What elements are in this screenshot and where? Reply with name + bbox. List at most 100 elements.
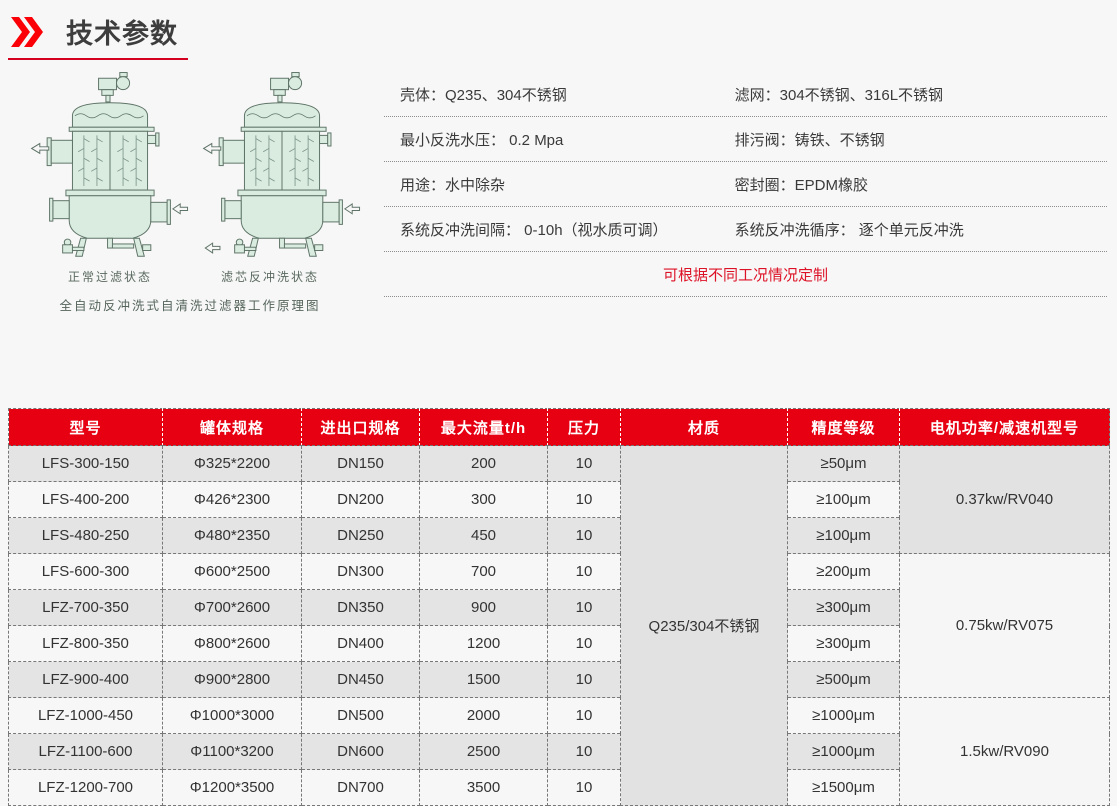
spec-shell: 壳体：Q235、304不锈钢 (384, 84, 735, 105)
cell-pressure: 10 (548, 554, 621, 590)
cell-flow: 1500 (420, 662, 548, 698)
cell-precision: ≥300μm (788, 590, 900, 626)
cell-precision: ≥100μm (788, 518, 900, 554)
cell-flow: 300 (420, 482, 548, 518)
col-header-port-spec: 进出口规格 (302, 409, 420, 446)
motor-merged-cell-1: 0.37kw/RV040 (900, 446, 1110, 554)
cell-model: LFS-600-300 (9, 554, 163, 590)
col-header-max-flow: 最大流量t/h (420, 409, 548, 446)
table-row: LFZ-1000-450 Φ1000*3000 DN500 2000 10 ≥1… (9, 698, 1110, 734)
cell-pressure: 10 (548, 770, 621, 806)
cell-port: DN300 (302, 554, 420, 590)
col-header-precision: 精度等级 (788, 409, 900, 446)
cell-tank: Φ1100*3200 (163, 734, 302, 770)
principle-diagram: 正常过滤状态 滤芯反冲洗状态 全自动反冲洗式自清洗过滤器工作原理图 (0, 64, 380, 366)
table-row: LFS-600-300 Φ600*2500 DN300 700 10 ≥200μ… (9, 554, 1110, 590)
cell-pressure: 10 (548, 734, 621, 770)
spec-drain-valve: 排污阀：铸铁、不锈钢 (735, 129, 1107, 150)
content-row: 正常过滤状态 滤芯反冲洗状态 全自动反冲洗式自清洗过滤器工作原理图 壳体：Q23… (0, 64, 1117, 366)
cell-tank: Φ600*2500 (163, 554, 302, 590)
cell-tank: Φ325*2200 (163, 446, 302, 482)
vessel-drawings (0, 68, 380, 264)
cell-model: LFS-480-250 (9, 518, 163, 554)
cell-port: DN200 (302, 482, 420, 518)
caption-backwash-state: 滤芯反冲洗状态 (190, 268, 350, 285)
cell-tank: Φ1000*3000 (163, 698, 302, 734)
caption-normal-state: 正常过滤状态 (30, 268, 190, 285)
cell-model: LFZ-800-350 (9, 626, 163, 662)
spec-seal-ring: 密封圈：EPDM橡胶 (735, 174, 1107, 195)
table-header: 型号 罐体规格 进出口规格 最大流量t/h 压力 材质 精度等级 电机功率/减速… (9, 409, 1110, 446)
page-title: 技术参数 (66, 12, 178, 51)
spec-backwash-interval: 系统反冲洗间隔： 0-10h（视水质可调） (384, 219, 735, 240)
cell-port: DN350 (302, 590, 420, 626)
cell-tank: Φ1200*3500 (163, 770, 302, 806)
spec-usage: 用途：水中除杂 (384, 174, 735, 195)
cell-tank: Φ426*2300 (163, 482, 302, 518)
cell-model: LFZ-700-350 (9, 590, 163, 626)
cell-model: LFZ-1000-450 (9, 698, 163, 734)
diagram-title: 全自动反冲洗式自清洗过滤器工作原理图 (0, 295, 380, 314)
cell-tank: Φ480*2350 (163, 518, 302, 554)
motor-merged-cell-2: 0.75kw/RV075 (900, 554, 1110, 698)
cell-precision: ≥1000μm (788, 698, 900, 734)
table-row: LFS-300-150 Φ325*2200 DN150 200 10 Q235/… (9, 446, 1110, 482)
spec-list: 壳体：Q235、304不锈钢 滤网：304不锈钢、316L不锈钢 最小反洗水压：… (380, 72, 1117, 366)
spec-row-usage-seal: 用途：水中除杂 密封圈：EPDM橡胶 (384, 162, 1107, 207)
cell-port: DN500 (302, 698, 420, 734)
filter-vessel-backwash-diagram (202, 68, 362, 264)
cell-flow: 900 (420, 590, 548, 626)
cell-model: LFZ-1100-600 (9, 734, 163, 770)
cell-port: DN150 (302, 446, 420, 482)
cell-port: DN250 (302, 518, 420, 554)
motor-merged-cell-3: 1.5kw/RV090 (900, 698, 1110, 806)
cell-pressure: 10 (548, 590, 621, 626)
cell-pressure: 10 (548, 626, 621, 662)
cell-model: LFZ-1200-700 (9, 770, 163, 806)
cell-precision: ≥100μm (788, 482, 900, 518)
cell-precision: ≥1500μm (788, 770, 900, 806)
cell-pressure: 10 (548, 482, 621, 518)
spec-row-shell-mesh: 壳体：Q235、304不锈钢 滤网：304不锈钢、316L不锈钢 (384, 72, 1107, 117)
cell-precision: ≥50μm (788, 446, 900, 482)
cell-port: DN450 (302, 662, 420, 698)
cell-tank: Φ900*2800 (163, 662, 302, 698)
cell-flow: 700 (420, 554, 548, 590)
filter-vessel-normal-diagram (30, 68, 190, 264)
cell-model: LFZ-900-400 (9, 662, 163, 698)
section-header: 技术参数 (0, 0, 1117, 51)
cell-port: DN400 (302, 626, 420, 662)
cell-flow: 200 (420, 446, 548, 482)
cell-precision: ≥300μm (788, 626, 900, 662)
spec-row-interval-sequence: 系统反冲洗间隔： 0-10h（视水质可调） 系统反冲洗循序： 逐个单元反冲洗 (384, 207, 1107, 252)
cell-precision: ≥200μm (788, 554, 900, 590)
col-header-material: 材质 (621, 409, 788, 446)
cell-model: LFS-300-150 (9, 446, 163, 482)
cell-port: DN700 (302, 770, 420, 806)
cell-pressure: 10 (548, 446, 621, 482)
cell-tank: Φ800*2600 (163, 626, 302, 662)
material-merged-cell: Q235/304不锈钢 (621, 446, 788, 806)
double-chevron-icon (10, 17, 50, 47)
spec-backwash-pressure: 最小反洗水压： 0.2 Mpa (384, 129, 735, 150)
cell-flow: 450 (420, 518, 548, 554)
title-underline (8, 58, 188, 60)
customization-note: 可根据不同工况情况定制 (384, 252, 1107, 297)
cell-port: DN600 (302, 734, 420, 770)
cell-precision: ≥500μm (788, 662, 900, 698)
cell-pressure: 10 (548, 698, 621, 734)
cell-tank: Φ700*2600 (163, 590, 302, 626)
cell-precision: ≥1000μm (788, 734, 900, 770)
col-header-pressure: 压力 (548, 409, 621, 446)
cell-pressure: 10 (548, 518, 621, 554)
cell-pressure: 10 (548, 662, 621, 698)
vessel-captions: 正常过滤状态 滤芯反冲洗状态 (0, 268, 380, 285)
cell-flow: 2500 (420, 734, 548, 770)
cell-flow: 1200 (420, 626, 548, 662)
cell-flow: 2000 (420, 698, 548, 734)
cell-flow: 3500 (420, 770, 548, 806)
col-header-tank-spec: 罐体规格 (163, 409, 302, 446)
parameters-table: 型号 罐体规格 进出口规格 最大流量t/h 压力 材质 精度等级 电机功率/减速… (8, 408, 1110, 806)
col-header-motor: 电机功率/减速机型号 (900, 409, 1110, 446)
col-header-model: 型号 (9, 409, 163, 446)
